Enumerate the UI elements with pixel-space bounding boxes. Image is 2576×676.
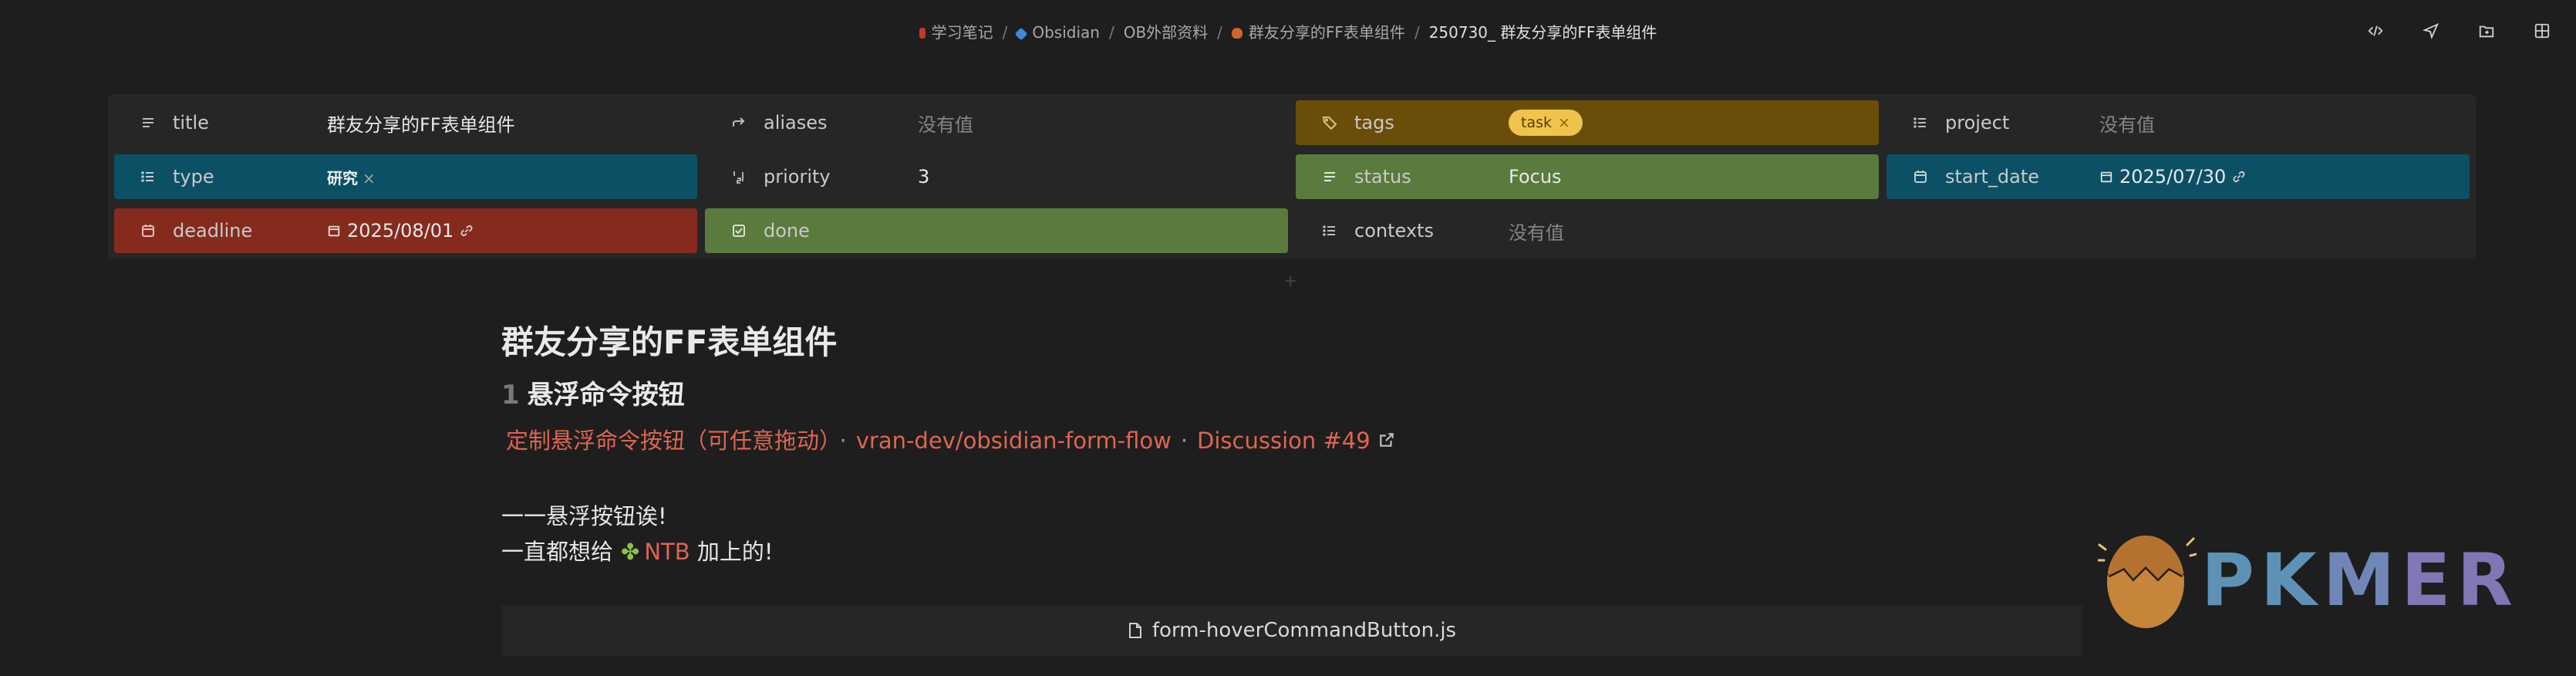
list-icon [1322,223,1345,238]
text-icon [1322,169,1345,184]
property-key: project [1945,112,2010,134]
type-tag[interactable]: 研究 × [327,169,376,188]
tag-icon [1322,115,1345,130]
link-ntb[interactable]: NTB [644,539,690,565]
remove-tag-button[interactable]: × [362,169,376,188]
calendar-icon [2100,171,2112,183]
property-key: type [173,166,214,188]
move-file-button[interactable] [2474,19,2499,43]
breadcrumb-separator: / [1002,23,1008,42]
breadcrumb-item-obsidian[interactable]: Obsidian [1014,23,1100,42]
view-actions [2363,19,2554,43]
property-start-date[interactable]: start_date 2025/07/30 [1886,154,2470,199]
link-icon[interactable] [2232,170,2246,184]
book-icon [919,28,926,39]
property-priority[interactable]: priority 3 [705,154,1288,199]
property-key: deadline [173,220,253,242]
file-icon [1128,623,1141,638]
heading-2: 1 悬浮命令按钮 [501,380,685,411]
date-value[interactable]: 2025/07/30 [2099,166,2470,188]
note-title: 群友分享的FF表单组件 [501,323,838,361]
property-value[interactable]: 群友分享的FF表单组件 [327,110,697,137]
property-value[interactable]: 没有值 [918,110,1288,137]
property-title[interactable]: title 群友分享的FF表单组件 [114,100,697,145]
code-icon [2368,25,2383,36]
breadcrumb-item-ff-form[interactable]: 群友分享的FF表单组件 [1231,20,1405,42]
property-contexts[interactable]: contexts 没有值 [1296,208,1879,253]
property-aliases[interactable]: aliases 没有值 [705,100,1288,145]
tag-pill[interactable]: task × [1509,110,1583,136]
logo-text: PKMER [2201,538,2519,623]
calendar-icon [140,223,164,238]
link-icon[interactable] [460,224,474,238]
property-key: start_date [1945,166,2040,188]
top-bar: 学习笔记 / Obsidian / OB外部资料 / 群友分享的FF表单组件 / 250730_… [0,0,2576,65]
external-link-icon [1378,428,1395,454]
breadcrumb-current[interactable]: 250730_ 群友分享的FF表单组件 [1429,20,1657,42]
send-icon [2423,22,2439,39]
checkbox-icon [731,223,754,238]
paragraph: 一直都想给 ✤ NTB 加上的! [501,539,774,565]
folder-move-icon [2479,25,2494,38]
breadcrumb-item-ob-external[interactable]: OB外部资料 [1124,20,1208,42]
link-repo[interactable]: vran-dev/obsidian-form-flow [856,428,1172,454]
gem-icon [1014,27,1028,41]
property-tags[interactable]: tags task × [1296,100,1879,145]
breadcrumb-separator: / [1414,23,1420,42]
property-type[interactable]: type 研究 × [114,154,697,199]
property-value[interactable]: 3 [918,166,1288,188]
property-project[interactable]: project 没有值 [1886,100,2470,145]
breadcrumb: 学习笔记 / Obsidian / OB外部资料 / 群友分享的FF表单组件 / 250730_… [0,20,2576,42]
forward-icon [731,115,754,130]
share-button[interactable] [2419,19,2443,43]
property-status[interactable]: status Focus [1296,154,1879,199]
add-property-icon[interactable]: + [1283,272,1297,291]
property-key: priority [764,166,831,188]
property-key: title [173,112,209,134]
pkmer-logo: PKMER [2098,522,2519,630]
remove-tag-button[interactable]: × [1558,114,1570,131]
number-icon [731,169,754,184]
property-value[interactable]: 没有值 [2099,110,2470,137]
breadcrumb-item-study-notes[interactable]: 学习笔记 [919,20,993,42]
breadcrumb-separator: / [1108,23,1114,42]
link-custom-floating-button[interactable]: 定制悬浮命令按钮（可任意拖动） [506,428,831,454]
properties-panel: title 群友分享的FF表单组件 aliases 没有值 tags task ×… [108,94,2476,259]
paragraph: 一一悬浮按钮诶! [501,503,667,529]
property-value[interactable]: Focus [1509,166,1879,188]
property-key: contexts [1354,220,1434,242]
link-row: 定制悬浮命令按钮（可任意拖动） · vran-dev/obsidian-form-f… [506,423,1395,455]
egg-logo-icon [2098,536,2197,628]
property-key: status [1354,166,1411,188]
property-done[interactable]: done [705,208,1288,253]
grid-icon [2534,23,2550,39]
puzzle-icon: ✤ [621,539,640,565]
list-icon [1913,115,1936,130]
link-discussion[interactable]: Discussion #49 [1197,428,1371,454]
text-icon [140,115,164,130]
property-value[interactable]: 没有值 [1509,218,1879,245]
source-mode-button[interactable] [2363,19,2388,43]
property-key: tags [1354,112,1394,134]
code-file-embed[interactable]: form-hoverCommandButton.js [501,605,2082,656]
property-key: done [764,220,810,242]
layout-button[interactable] [2530,19,2554,43]
calendar-icon [328,225,340,237]
date-value[interactable]: 2025/08/01 [327,220,697,242]
list-icon [140,169,164,184]
fire-icon [1231,28,1242,39]
property-key: aliases [764,112,828,134]
breadcrumb-separator: / [1217,23,1222,42]
property-deadline[interactable]: deadline 2025/08/01 [114,208,697,253]
calendar-icon [1913,169,1936,184]
